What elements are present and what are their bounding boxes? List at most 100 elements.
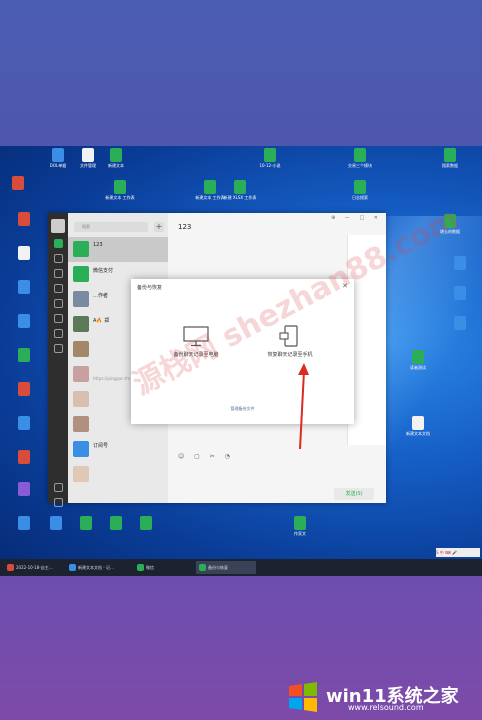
taskbar-item[interactable]: 备份与恢复 [196, 561, 256, 574]
desktop-icon[interactable] [4, 212, 44, 227]
spreadsheet-icon [234, 180, 246, 194]
desktop: DOL单据 文件管理 新建文本 10-12-小说 交易三个模块 搜索数据 新建文… [0, 146, 482, 576]
desktop-icon[interactable] [4, 482, 44, 497]
spreadsheet-icon [354, 180, 366, 194]
app-icon [18, 382, 30, 396]
app-icon [18, 280, 30, 294]
menu-icon[interactable] [53, 498, 63, 507]
desktop-icon[interactable] [4, 348, 44, 363]
chat-avatar [73, 416, 89, 432]
spreadsheet-icon [354, 148, 366, 162]
desktop-icon[interactable] [4, 382, 44, 397]
file-icon [412, 416, 424, 430]
taskbar-item[interactable]: 2022-10-18-自主… [4, 561, 62, 574]
chat-avatar [73, 441, 89, 457]
send-button[interactable]: 发送(S) [334, 488, 374, 500]
app-icon [18, 482, 30, 496]
chat-icon[interactable] [53, 239, 63, 248]
list-item[interactable]: 订阅号 [68, 437, 168, 462]
list-item[interactable] [68, 462, 168, 487]
spreadsheet-icon [18, 348, 30, 362]
file-icon [82, 148, 94, 162]
taskbar-item[interactable]: 微信 [134, 561, 192, 574]
site-logo: win11系统之家 www.relsound.com [286, 680, 476, 714]
favorites-icon[interactable] [53, 269, 63, 278]
taskbar: 2022-10-18-自主… 新建文本文档 - 记… 微信 备份与恢复 [0, 559, 482, 576]
notepad-icon [69, 564, 76, 571]
chat-avatar [73, 291, 89, 307]
chat-avatar [73, 316, 89, 332]
app-icon [18, 212, 30, 226]
chat-avatar [73, 341, 89, 357]
avatar[interactable] [51, 219, 65, 233]
chat-avatar [73, 266, 89, 282]
wechat-sidebar [48, 213, 68, 507]
file-icon [18, 246, 30, 260]
wps-icon [7, 564, 14, 571]
ime-toolbar[interactable]: S 中 ⌨ 🎤 [436, 548, 480, 557]
wechat-icon [137, 564, 144, 571]
brand-url: www.relsound.com [348, 703, 424, 712]
chat-avatar [73, 366, 89, 382]
desktop-icon[interactable] [440, 286, 480, 301]
app-icon [50, 516, 62, 530]
spreadsheet-icon [412, 350, 424, 364]
desktop-icon[interactable]: 新建文本 [96, 148, 136, 168]
desktop-icon[interactable] [4, 314, 44, 329]
spreadsheet-icon [294, 516, 306, 530]
desktop-icon[interactable]: 新建文本 工作表 [100, 180, 140, 200]
list-item[interactable]: 123 [68, 237, 168, 262]
app-icon [18, 450, 30, 464]
window-controls[interactable]: ⊕ — □ ✕ [331, 215, 382, 221]
app-icon [18, 416, 30, 430]
app-icon [18, 516, 30, 530]
app-icon [18, 314, 30, 328]
desktop-icon[interactable]: 读者测试 [398, 350, 438, 370]
app-icon [454, 256, 466, 270]
desktop-icon[interactable] [4, 280, 44, 295]
spreadsheet-icon [80, 516, 92, 530]
search-input[interactable]: 搜索 [74, 222, 148, 232]
video-channel-icon[interactable] [53, 314, 63, 323]
chat-avatar [73, 391, 89, 407]
desktop-icon[interactable]: 日志搜索 [340, 180, 380, 200]
desktop-icon[interactable]: 交易三个模块 [340, 148, 380, 168]
desktop-icon[interactable] [4, 246, 44, 261]
search-icon[interactable] [53, 329, 63, 338]
desktop-icon[interactable]: 新建 XLSX 工作表 [220, 180, 260, 200]
file-icon [52, 148, 64, 162]
desktop-icon[interactable] [440, 316, 480, 331]
desktop-icon[interactable] [4, 416, 44, 431]
spreadsheet-icon [110, 516, 122, 530]
desktop-icon[interactable] [440, 256, 480, 271]
desktop-icon[interactable]: 10-12-小说 [250, 148, 290, 168]
spreadsheet-icon [204, 180, 216, 194]
folder-icon[interactable] [53, 284, 63, 293]
spreadsheet-icon [110, 148, 122, 162]
chat-title: 123 [178, 223, 192, 231]
spreadsheet-icon [114, 180, 126, 194]
desktop-icon[interactable]: 作家文 [280, 516, 320, 536]
chat-avatar [73, 466, 89, 482]
windows-logo-icon [289, 682, 317, 712]
spreadsheet-icon [444, 148, 456, 162]
mini-program-icon[interactable] [53, 344, 63, 353]
spreadsheet-icon [264, 148, 276, 162]
desktop-icon[interactable]: 新建文本文档 [398, 416, 438, 436]
phone-icon[interactable] [53, 483, 63, 492]
dialog-title: 备份与恢复 [137, 285, 163, 291]
app-icon [454, 286, 466, 300]
desktop-icon[interactable]: 搜索数据 [430, 148, 470, 168]
desktop-icon[interactable] [0, 176, 38, 191]
taskbar-item[interactable]: 新建文本文档 - 记… [66, 561, 130, 574]
contacts-icon[interactable] [53, 254, 63, 263]
spreadsheet-icon [140, 516, 152, 530]
wechat-icon [199, 564, 206, 571]
moments-icon[interactable] [53, 299, 63, 308]
app-icon [12, 176, 24, 190]
desktop-icon[interactable] [4, 450, 44, 465]
app-icon [454, 316, 466, 330]
add-button[interactable]: + [154, 222, 164, 232]
desktop-icon[interactable] [126, 516, 166, 531]
chat-avatar [73, 241, 89, 257]
